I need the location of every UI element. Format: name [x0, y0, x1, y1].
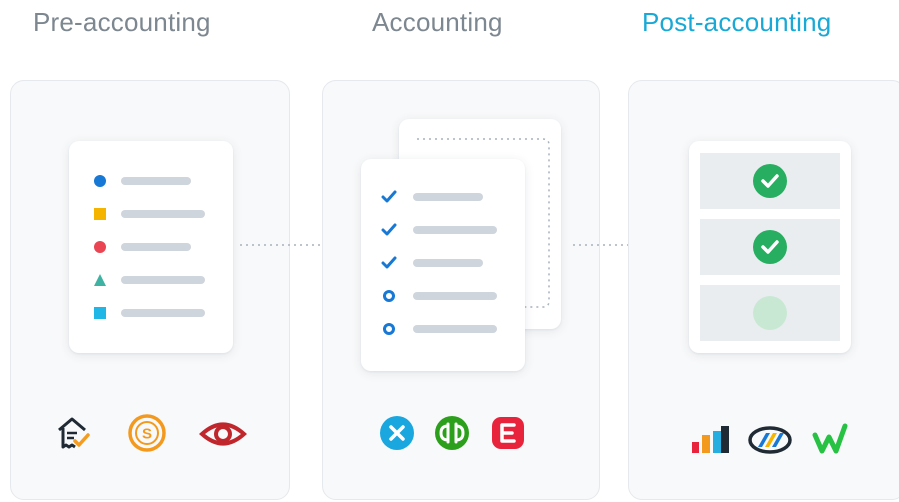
status-slot [700, 153, 840, 209]
green-qb-logo-icon [435, 416, 469, 450]
oval-stripes-logo-icon [748, 426, 792, 454]
pre-accounting-panel: S [10, 80, 290, 500]
pending-circle-icon [753, 296, 787, 330]
column-title-pre-accounting: Pre-accounting [33, 7, 211, 37]
placeholder-bar [413, 226, 497, 234]
green-check-circle-icon [753, 230, 787, 264]
green-w-logo-icon [812, 423, 848, 454]
pre-accounting-list-card [69, 141, 233, 353]
list-item [381, 321, 511, 337]
green-check-circle-icon [753, 164, 787, 198]
check-icon [381, 190, 397, 203]
status-slot [700, 285, 840, 341]
column-title-post-accounting: Post-accounting [642, 7, 832, 37]
accounting-list-card [361, 159, 525, 371]
placeholder-bar [413, 292, 497, 300]
placeholder-bar [121, 177, 191, 185]
list-item [93, 305, 213, 321]
list-item [93, 272, 213, 288]
placeholder-bar [121, 210, 205, 218]
blue-x-logo-icon [380, 416, 414, 450]
list-item [381, 255, 511, 271]
bar-chart-logo-icon [692, 426, 729, 453]
dollar-coin-logo-icon: S [128, 414, 166, 452]
list-item [93, 206, 213, 222]
list-item [93, 239, 213, 255]
ring-bullet-icon [383, 323, 395, 335]
accounting-panel [322, 80, 600, 500]
placeholder-bar [121, 276, 205, 284]
cyan-square-marker-icon [94, 307, 106, 319]
list-item [381, 222, 511, 238]
blue-circle-marker-icon [94, 175, 106, 187]
placeholder-bar [413, 193, 483, 201]
post-accounting-panel [628, 80, 899, 500]
yellow-square-marker-icon [94, 208, 106, 220]
placeholder-bar [413, 259, 483, 267]
placeholder-bar [121, 309, 205, 317]
red-circle-marker-icon [94, 241, 106, 253]
list-item [381, 189, 511, 205]
check-icon [381, 256, 397, 269]
teal-triangle-marker-icon [94, 274, 106, 286]
svg-text:S: S [142, 426, 152, 443]
red-e-logo-icon [492, 417, 524, 449]
list-item [381, 288, 511, 304]
placeholder-bar [413, 325, 497, 333]
red-eye-logo-icon [199, 422, 247, 446]
receipt-check-logo-icon [58, 417, 90, 449]
ring-bullet-icon [383, 290, 395, 302]
status-slot [700, 219, 840, 275]
column-title-accounting: Accounting [372, 7, 503, 37]
list-item [93, 173, 213, 189]
placeholder-bar [121, 243, 191, 251]
check-icon [381, 223, 397, 236]
post-accounting-card [689, 141, 851, 353]
